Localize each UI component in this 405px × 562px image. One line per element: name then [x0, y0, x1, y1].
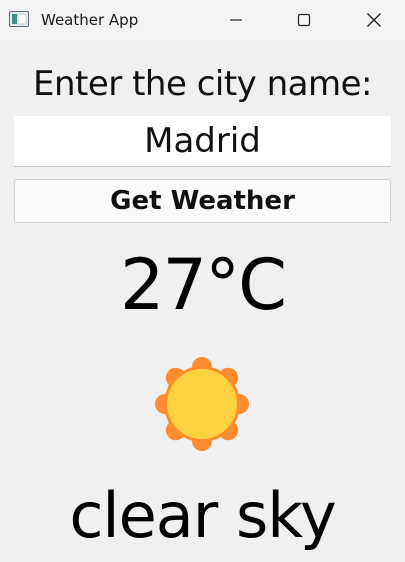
weather-description: clear sky [69, 479, 336, 552]
maximize-button[interactable] [280, 0, 328, 40]
weather-app-window: Weather App Enter the city name: Get Wea… [0, 0, 405, 562]
close-icon [367, 13, 381, 27]
get-weather-button[interactable]: Get Weather [14, 179, 391, 223]
minimize-button[interactable] [212, 0, 260, 40]
window-title: Weather App [41, 11, 139, 29]
city-input[interactable] [14, 116, 391, 167]
close-button[interactable] [350, 0, 398, 40]
maximize-icon [297, 13, 311, 27]
app-window-icon [9, 11, 29, 27]
title-bar[interactable]: Weather App [0, 0, 405, 40]
sun-icon [153, 355, 251, 453]
temperature-label: 27°C [120, 244, 287, 326]
city-prompt-label: Enter the city name: [33, 64, 372, 104]
minimize-icon [230, 19, 242, 21]
